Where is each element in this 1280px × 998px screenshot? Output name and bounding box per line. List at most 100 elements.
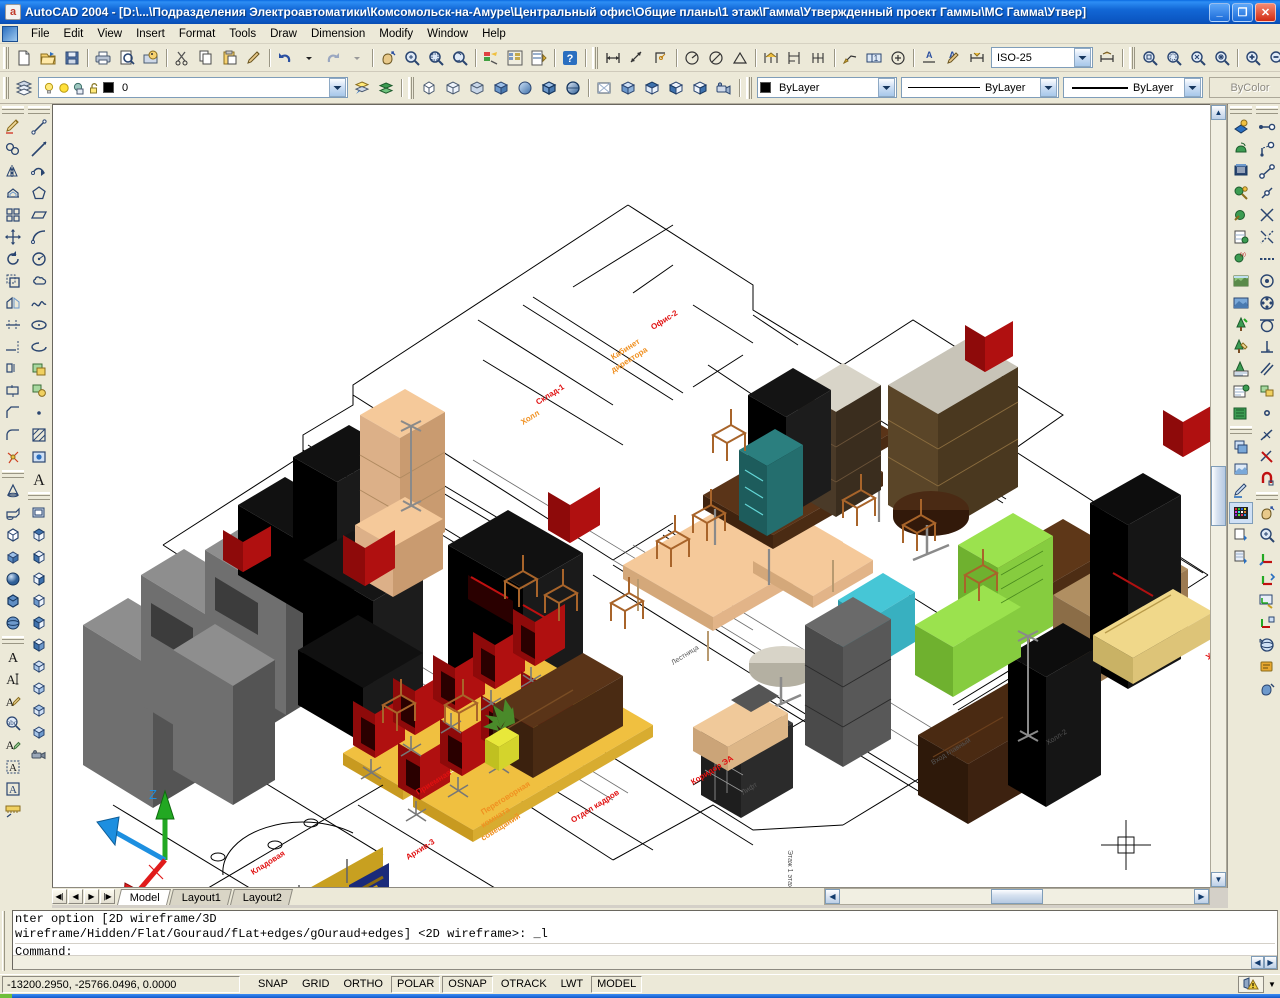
plot-icon[interactable] — [91, 46, 115, 70]
menu-window[interactable]: Window — [420, 26, 475, 42]
angular-dimension-icon[interactable] — [728, 46, 752, 70]
statistics-icon[interactable] — [1229, 380, 1253, 402]
designcenter-icon[interactable] — [503, 46, 527, 70]
freeze-viewport-icon[interactable] — [72, 81, 86, 95]
right-view-icon[interactable] — [688, 76, 712, 100]
polar-toggle[interactable]: POLAR — [391, 976, 441, 993]
rotate-icon[interactable] — [1, 248, 25, 270]
tab-layout2[interactable]: Layout2 — [230, 889, 294, 905]
command-scroll-right-icon[interactable]: ▶ — [1264, 956, 1277, 969]
lights-icon[interactable] — [1229, 160, 1253, 182]
radius-dimension-icon[interactable] — [680, 46, 704, 70]
sw-isometric-icon[interactable] — [616, 76, 640, 100]
move-icon[interactable] — [1, 226, 25, 248]
zoom-icon[interactable] — [1255, 524, 1279, 546]
undo-dropdown-icon[interactable] — [297, 46, 321, 70]
dimension-text-edit-icon[interactable]: A — [941, 46, 965, 70]
grid-toggle[interactable]: GRID — [296, 976, 336, 993]
properties-toolbar-grip[interactable] — [746, 76, 752, 99]
zoom-previous-icon[interactable] — [448, 46, 472, 70]
snap-none-icon[interactable] — [1255, 446, 1279, 468]
status-dropdown-arrow-icon[interactable]: ▼ — [1266, 980, 1278, 989]
zoom-dynamic-icon[interactable] — [1162, 46, 1186, 70]
menu-insert[interactable]: Insert — [129, 26, 172, 42]
command-window-grip[interactable] — [2, 911, 11, 971]
render-icon[interactable] — [1229, 116, 1253, 138]
tab-layout1[interactable]: Layout1 — [168, 889, 233, 905]
scene-icon[interactable] — [1229, 138, 1253, 160]
quick-leader-icon[interactable] — [838, 46, 862, 70]
temporary-track-point-icon[interactable] — [1255, 116, 1279, 138]
gouraud-shaded-icon[interactable] — [513, 76, 537, 100]
toolbar-grip[interactable] — [28, 492, 50, 500]
command-scrollbar[interactable]: ◀ ▶ — [13, 955, 1277, 969]
dimension-style-manager-icon[interactable] — [1095, 46, 1119, 70]
shade-toolbar-grip[interactable] — [408, 76, 414, 99]
redo-dropdown-icon[interactable] — [345, 46, 369, 70]
landscape-edit-icon[interactable] — [1229, 314, 1253, 336]
publish-icon[interactable] — [139, 46, 163, 70]
torus-solid-icon[interactable] — [1, 612, 25, 634]
paste-link-icon[interactable] — [1229, 546, 1253, 568]
3d-orbit-icon[interactable] — [1255, 634, 1279, 656]
first-tab-button[interactable]: ◀| — [52, 889, 67, 904]
toolbar-grip[interactable] — [1230, 106, 1252, 114]
extend-icon[interactable] — [1, 336, 25, 358]
command-scroll-left-icon[interactable]: ◀ — [1251, 956, 1264, 969]
fillet-icon[interactable] — [1, 424, 25, 446]
scale-text-icon[interactable]: A — [1, 778, 25, 800]
break-icon[interactable] — [1, 380, 25, 402]
named-views-icon[interactable] — [27, 502, 51, 524]
sun-freeze-icon[interactable] — [57, 81, 71, 95]
fog-icon[interactable] — [1229, 270, 1253, 292]
3d-pan-icon[interactable] — [1255, 656, 1279, 678]
point-icon[interactable] — [27, 402, 51, 424]
otrack-toggle[interactable]: OTRACK — [495, 976, 553, 993]
chamfer-icon[interactable] — [1, 402, 25, 424]
trim-icon[interactable] — [1, 314, 25, 336]
convert-distance-icon[interactable] — [1, 800, 25, 822]
properties-icon[interactable] — [479, 46, 503, 70]
chevron-down-icon[interactable] — [329, 78, 346, 97]
ellipse-arc-icon[interactable] — [27, 336, 51, 358]
toolbar-grip[interactable] — [28, 106, 50, 114]
snap-perpendicular-icon[interactable] — [1255, 336, 1279, 358]
dimension-style-dropdown[interactable]: ISO-25 — [991, 47, 1093, 68]
line-icon[interactable] — [27, 116, 51, 138]
snap-from-icon[interactable] — [1255, 138, 1279, 160]
display-ucs-dialog-icon[interactable] — [1255, 590, 1279, 612]
plot-preview-icon[interactable] — [115, 46, 139, 70]
color-control-dropdown[interactable]: ByLayer — [757, 77, 897, 98]
toolbar-grip[interactable] — [2, 636, 24, 644]
ortho-toggle[interactable]: ORTHO — [337, 976, 389, 993]
pan-realtime-icon[interactable] — [376, 46, 400, 70]
toolbar-grip[interactable] — [2, 106, 24, 114]
previous-tab-button[interactable]: ◀ — [68, 889, 83, 904]
menu-view[interactable]: View — [90, 26, 129, 42]
command-window[interactable]: nter option [2D wireframe/3D wireframe/H… — [12, 910, 1278, 970]
document-control-icon[interactable] — [2, 25, 18, 42]
toolbar-grip[interactable] — [3, 46, 9, 69]
insert-block-icon[interactable] — [27, 358, 51, 380]
scroll-left-icon[interactable]: ◀ — [825, 889, 840, 904]
lwt-toggle[interactable]: LWT — [555, 976, 589, 993]
render-output-icon[interactable] — [1229, 436, 1253, 458]
copy-link-icon[interactable] — [1229, 524, 1253, 546]
2d-wireframe-icon[interactable] — [417, 76, 441, 100]
paste-icon[interactable] — [218, 46, 242, 70]
spline-icon[interactable] — [27, 292, 51, 314]
menu-tools[interactable]: Tools — [222, 26, 263, 42]
layer-dropdown[interactable]: 0 — [38, 77, 348, 98]
layer-properties-manager-icon[interactable] — [12, 76, 36, 100]
aligned-dimension-icon[interactable] — [625, 46, 649, 70]
menu-file[interactable]: File — [24, 26, 57, 42]
toolbar-grip[interactable] — [1256, 106, 1278, 114]
right-view-icon[interactable] — [27, 590, 51, 612]
camera-icon[interactable] — [712, 76, 736, 100]
menu-dimension[interactable]: Dimension — [304, 26, 372, 42]
construction-line-icon[interactable] — [27, 138, 51, 160]
multiline-text-icon[interactable]: A — [27, 468, 51, 490]
snap-midpoint-icon[interactable] — [1255, 182, 1279, 204]
dimension-update-icon[interactable] — [965, 46, 989, 70]
osnap-settings-icon[interactable] — [1255, 468, 1279, 490]
